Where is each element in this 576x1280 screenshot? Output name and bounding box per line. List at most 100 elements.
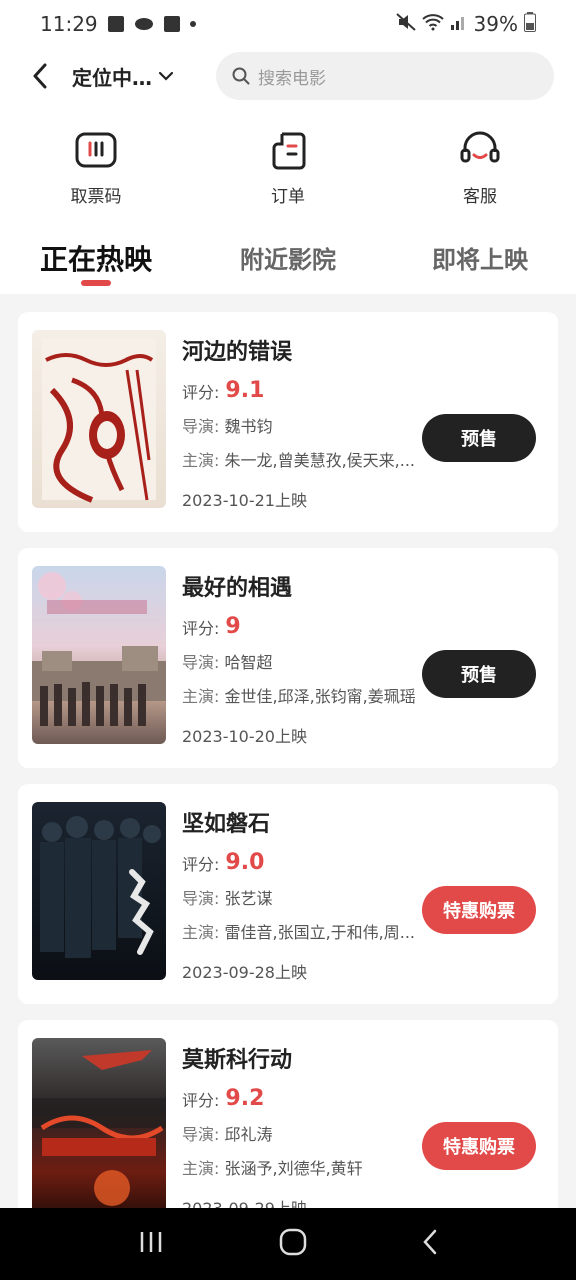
ticket-code-icon [75,132,117,168]
tab-label: 附近影院 [240,246,336,274]
movie-cast: 主演: 朱一龙,曾美慧孜,侯天来,... [182,447,422,471]
order-icon [272,132,306,170]
cast-names: 朱一龙,曾美慧孜,侯天来,... [224,451,416,470]
movie-rating: 评分: 9 [182,614,422,639]
movie-list[interactable]: 河边的错误 评分: 9.1 导演: 魏书钧 主演: 朱一龙,曾美慧孜,侯天来,.… [0,294,576,1208]
movie-info: 坚如磐石 评分: 9.0 导演: 张艺谋 主演: 雷佳音,张国立,于和伟,周..… [182,806,422,983]
director-label: 导演: [182,1125,220,1144]
chevron-down-icon [158,71,174,81]
rating-score: 9 [225,614,241,639]
movie-director: 导演: 哈智超 [182,649,422,673]
recents-button[interactable] [138,1230,164,1258]
quick-action-label: 订单 [271,187,305,207]
quick-action-label: 取票码 [70,187,122,207]
cast-names: 雷佳音,张国立,于和伟,周... [224,923,416,942]
status-right: 39% [395,11,536,37]
director-label: 导演: [182,889,220,908]
headset-icon [460,131,500,163]
search-input[interactable]: 搜索电影 [216,52,554,100]
movie-poster[interactable] [32,802,166,980]
movie-title: 最好的相遇 [182,576,293,601]
home-icon [279,1228,307,1256]
status-left: 11:29 [40,12,196,36]
check-icon [163,16,180,32]
quick-action-label: 客服 [463,187,497,207]
cast-label: 主演: [182,451,220,470]
cast-names: 张涵予,刘德华,黄轩 [224,1159,363,1178]
tab-bar: 正在热映 附近影院 即将上映 [0,226,576,294]
release-date: 2023-09-29上映 [182,1195,422,1208]
back-button[interactable] [20,56,60,96]
system-nav-bar [0,1208,576,1280]
signal-icon [450,12,468,36]
quick-action-orders[interactable]: 订单 [192,104,384,226]
movie-card[interactable]: 最好的相遇 评分: 9 导演: 哈智超 主演: 金世佳,邱泽,张钧甯,姜珮瑶 2… [18,548,558,768]
rating-score: 9.1 [225,378,265,403]
tab-indicator [81,280,111,286]
movie-poster[interactable] [32,1038,166,1208]
discount-ticket-button[interactable]: 特惠购票 [422,886,536,934]
movie-title: 莫斯科行动 [182,1048,293,1073]
home-button[interactable] [279,1228,307,1260]
director-name: 邱礼涛 [224,1125,273,1144]
tab-coming-soon[interactable]: 即将上映 [384,226,576,294]
rating-label: 评分: [182,854,220,874]
director-label: 导演: [182,417,220,436]
notification-dot-icon [189,21,196,27]
poster-art-scream [42,338,156,503]
recents-icon [140,1232,161,1252]
poster-art-jet [32,1050,166,1206]
battery-icon [524,11,536,37]
director-label: 导演: [182,653,220,672]
system-back-button[interactable] [422,1229,438,1259]
movie-director: 导演: 张艺谋 [182,885,422,909]
header: 定位中… 搜索电影 [0,48,576,104]
movie-rating: 评分: 9.2 [182,1086,422,1111]
rating-score: 9.0 [225,850,265,875]
quick-action-service[interactable]: 客服 [384,104,576,226]
movie-poster[interactable] [32,566,166,744]
release-date: 2023-10-21上映 [182,491,307,510]
director-name: 魏书钧 [224,417,273,436]
presale-button[interactable]: 预售 [422,650,536,698]
rating-label: 评分: [182,1090,220,1110]
poster-art-figures [40,816,161,958]
presale-button[interactable]: 预售 [422,414,536,462]
movie-cast: 主演: 雷佳音,张国立,于和伟,周... [182,919,422,943]
cast-label: 主演: [182,687,220,706]
battery-text: 39% [473,12,518,36]
movie-rating: 评分: 9.0 [182,850,422,875]
back-arrow-icon [423,1229,437,1255]
movie-card[interactable]: 河边的错误 评分: 9.1 导演: 魏书钧 主演: 朱一龙,曾美慧孜,侯天来,.… [18,312,558,532]
rating-label: 评分: [182,618,220,638]
release-date: 2023-09-28上映 [182,963,307,982]
mute-icon [395,12,416,36]
movie-card[interactable]: 莫斯科行动 评分: 9.2 导演: 邱礼涛 主演: 张涵予,刘德华,黄轩 202… [18,1020,558,1208]
location-selector[interactable]: 定位中… [72,62,174,91]
tab-nearby-cinemas[interactable]: 附近影院 [192,226,384,294]
wifi-icon [421,12,444,36]
rating-label: 评分: [182,382,220,402]
quick-action-ticket-code[interactable]: 取票码 [0,104,192,226]
quick-actions: 取票码 订单 客服 [0,104,576,226]
movie-card[interactable]: 坚如磐石 评分: 9.0 导演: 张艺谋 主演: 雷佳音,张国立,于和伟,周..… [18,784,558,1004]
movie-info: 莫斯科行动 评分: 9.2 导演: 邱礼涛 主演: 张涵予,刘德华,黄轩 202… [182,1042,422,1208]
search-icon [232,67,250,85]
poster-art-crowd [32,572,166,726]
discount-ticket-button[interactable]: 特惠购票 [422,1122,536,1170]
movie-title: 河边的错误 [182,340,293,365]
status-bar: 11:29 39% [0,0,576,48]
chevron-left-icon [33,63,47,89]
movie-poster[interactable] [32,330,166,508]
search-placeholder: 搜索电影 [258,68,326,89]
cloud-icon [134,12,154,36]
rating-score: 9.2 [225,1086,265,1111]
status-time: 11:29 [40,12,98,36]
tab-now-showing[interactable]: 正在热映 [0,226,192,294]
movie-cast: 主演: 金世佳,邱泽,张钧甯,姜珮瑶 [182,683,422,707]
director-name: 张艺谋 [224,889,273,908]
movie-director: 导演: 邱礼涛 [182,1121,422,1145]
cast-label: 主演: [182,923,220,942]
cast-names: 金世佳,邱泽,张钧甯,姜珮瑶 [224,687,416,706]
movie-info: 最好的相遇 评分: 9 导演: 哈智超 主演: 金世佳,邱泽,张钧甯,姜珮瑶 2… [182,570,422,747]
